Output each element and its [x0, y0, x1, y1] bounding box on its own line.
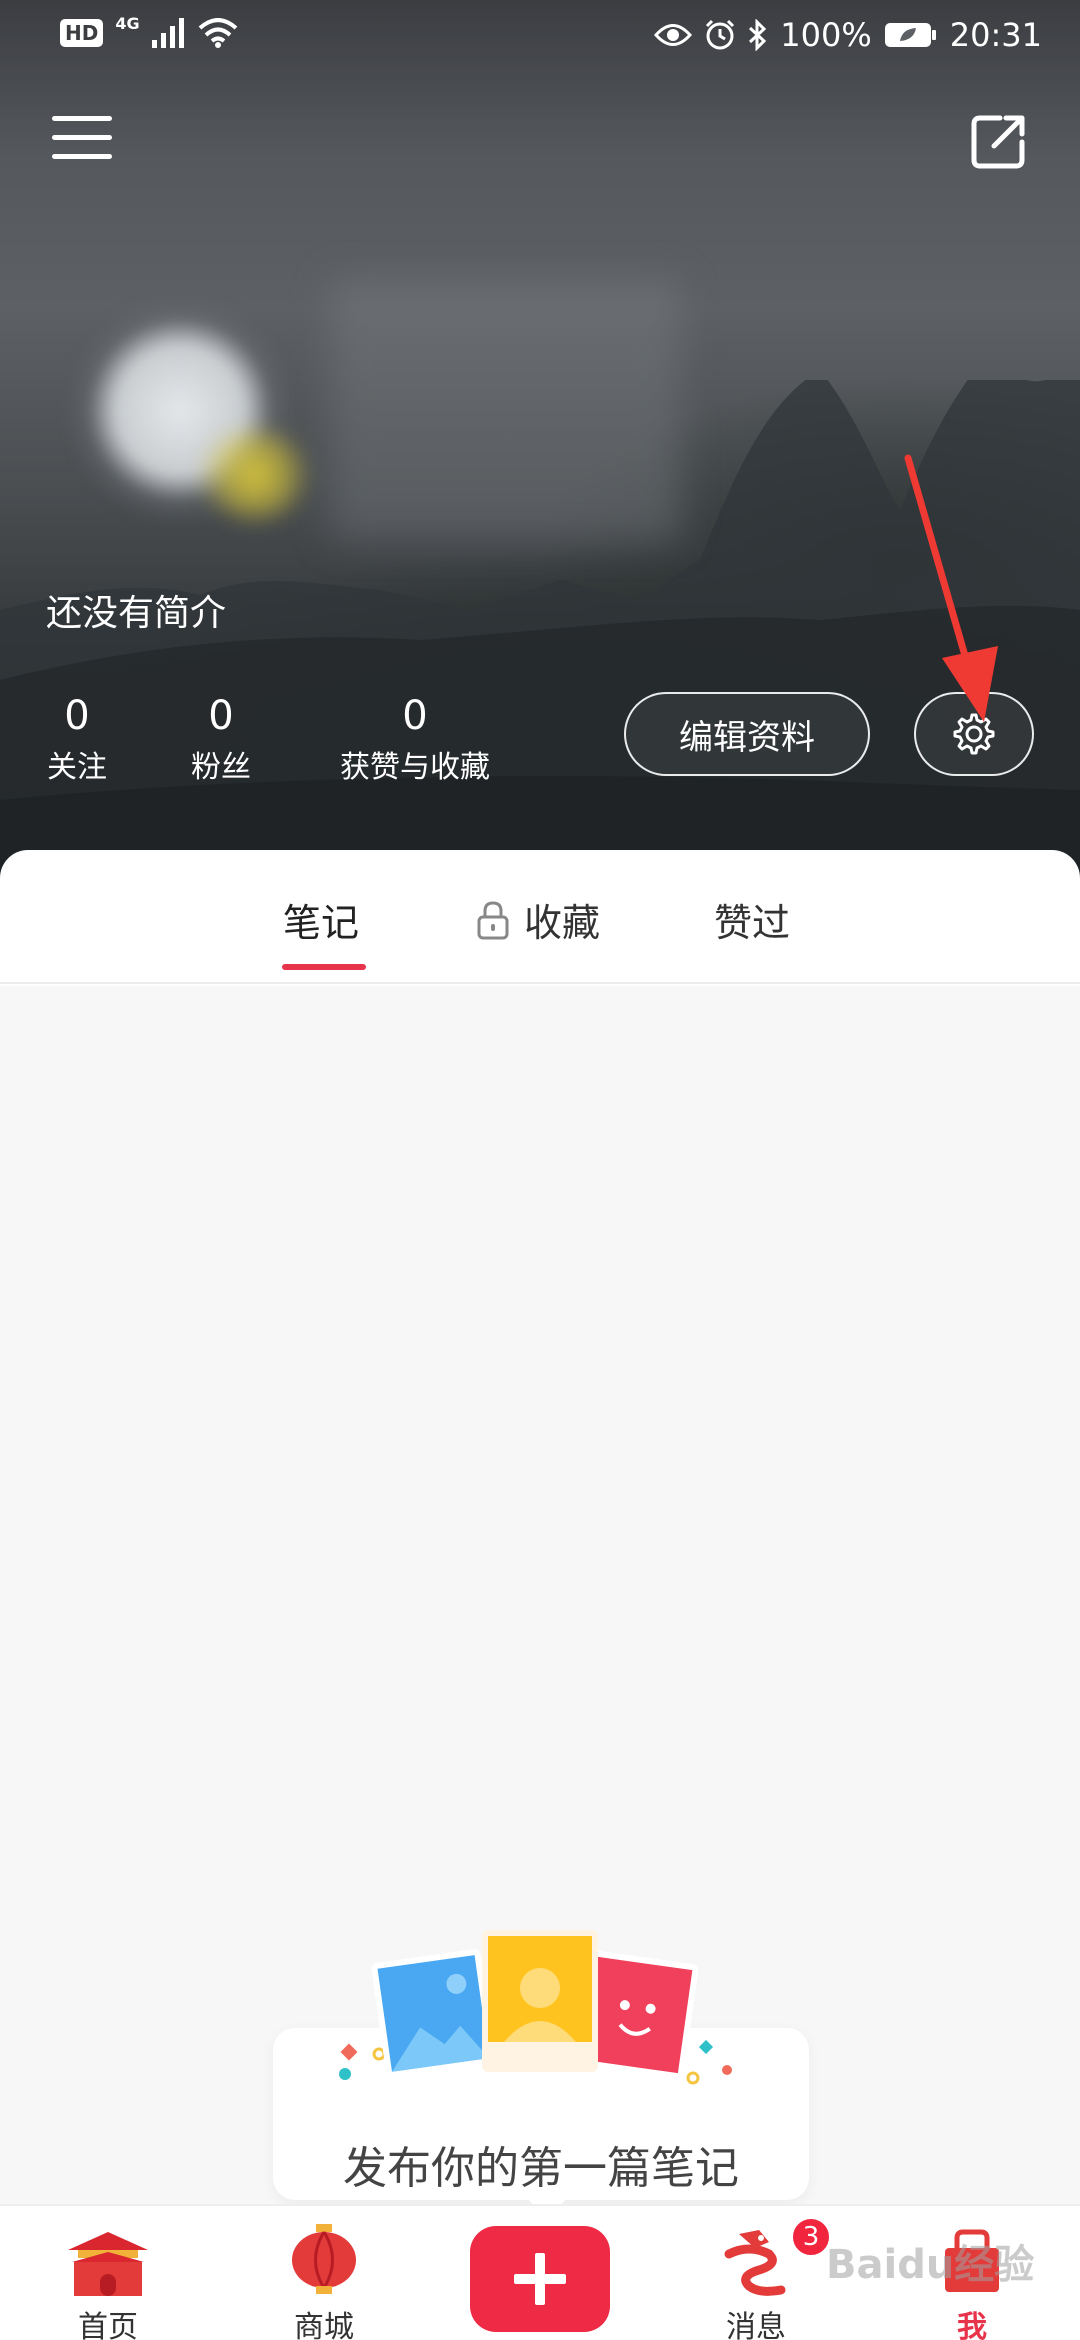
- watermark: Baidu经验: [826, 2242, 1035, 2288]
- nav-mall[interactable]: 商城: [254, 2218, 394, 2340]
- eye-icon: [654, 24, 693, 46]
- stat-likes-collections[interactable]: 0 获赞与收藏: [320, 692, 510, 790]
- notes-feed: 发布你的第一篇笔记: [0, 986, 1080, 2220]
- tab-notes-label: 笔记: [283, 901, 360, 945]
- nav-messages-label: 消息: [726, 2310, 786, 2340]
- bluetooth-icon: [749, 19, 767, 51]
- likes-count: 0: [402, 693, 428, 739]
- fans-label: 粉丝: [191, 750, 251, 785]
- likes-label: 获赞与收藏: [340, 750, 490, 785]
- following-label: 关注: [47, 750, 107, 785]
- tab-collections[interactable]: 收藏: [476, 892, 600, 947]
- profile-header: HD 4G 100% 20:31 还没有简介 0 关注 0 粉丝 0 获赞与收藏…: [0, 0, 1080, 880]
- photo-cards-icon: [371, 1930, 699, 2093]
- nav-home-label: 首页: [78, 2310, 138, 2340]
- content-card: 笔记 收藏 赞过 发布你的第一篇笔记: [0, 850, 1080, 2220]
- nav-mall-label: 商城: [294, 2310, 354, 2340]
- menu-button[interactable]: [52, 116, 112, 166]
- stat-following[interactable]: 0 关注: [40, 692, 114, 790]
- following-count: 0: [64, 693, 90, 739]
- battery-icon: [884, 23, 936, 47]
- share-icon[interactable]: [970, 112, 1028, 170]
- username-blurred: [330, 280, 680, 540]
- avatar-badge: [200, 430, 310, 520]
- lantern-icon: [292, 2224, 356, 2294]
- clock: 20:31: [949, 16, 1042, 54]
- plus-icon: [514, 2253, 566, 2305]
- edit-profile-button[interactable]: 编辑资料: [624, 692, 870, 776]
- post-button[interactable]: [470, 2226, 610, 2332]
- active-tab-indicator: [282, 964, 366, 970]
- annotation-arrow: [904, 454, 998, 722]
- wifi-icon: [198, 18, 237, 48]
- signal-icon: [151, 18, 184, 48]
- lock-icon: [477, 900, 509, 939]
- tab-liked-label: 赞过: [714, 901, 791, 945]
- nav-me-label: 我: [957, 2310, 987, 2340]
- tab-liked[interactable]: 赞过: [714, 892, 790, 947]
- profile-tabs: 笔记 收藏 赞过: [0, 850, 1080, 984]
- tab-notes[interactable]: 笔记: [283, 892, 359, 947]
- alarm-icon: [706, 19, 735, 50]
- network-type: 4G: [115, 13, 140, 33]
- battery-percent: 100%: [780, 16, 872, 54]
- status-bar: HD 4G 100% 20:31: [0, 0, 1080, 76]
- palace-icon: [68, 2232, 148, 2296]
- fans-count: 0: [208, 693, 234, 739]
- menu-icon: [52, 116, 112, 121]
- lion-dance-icon: [724, 2230, 786, 2296]
- nav-home[interactable]: 首页: [38, 2218, 178, 2340]
- bio-text[interactable]: 还没有简介: [46, 584, 226, 636]
- empty-state-text: 发布你的第一篇笔记: [343, 2143, 739, 2194]
- tab-collections-label: 收藏: [524, 901, 601, 945]
- hd-badge: HD: [60, 19, 104, 47]
- stat-fans[interactable]: 0 粉丝: [184, 692, 258, 790]
